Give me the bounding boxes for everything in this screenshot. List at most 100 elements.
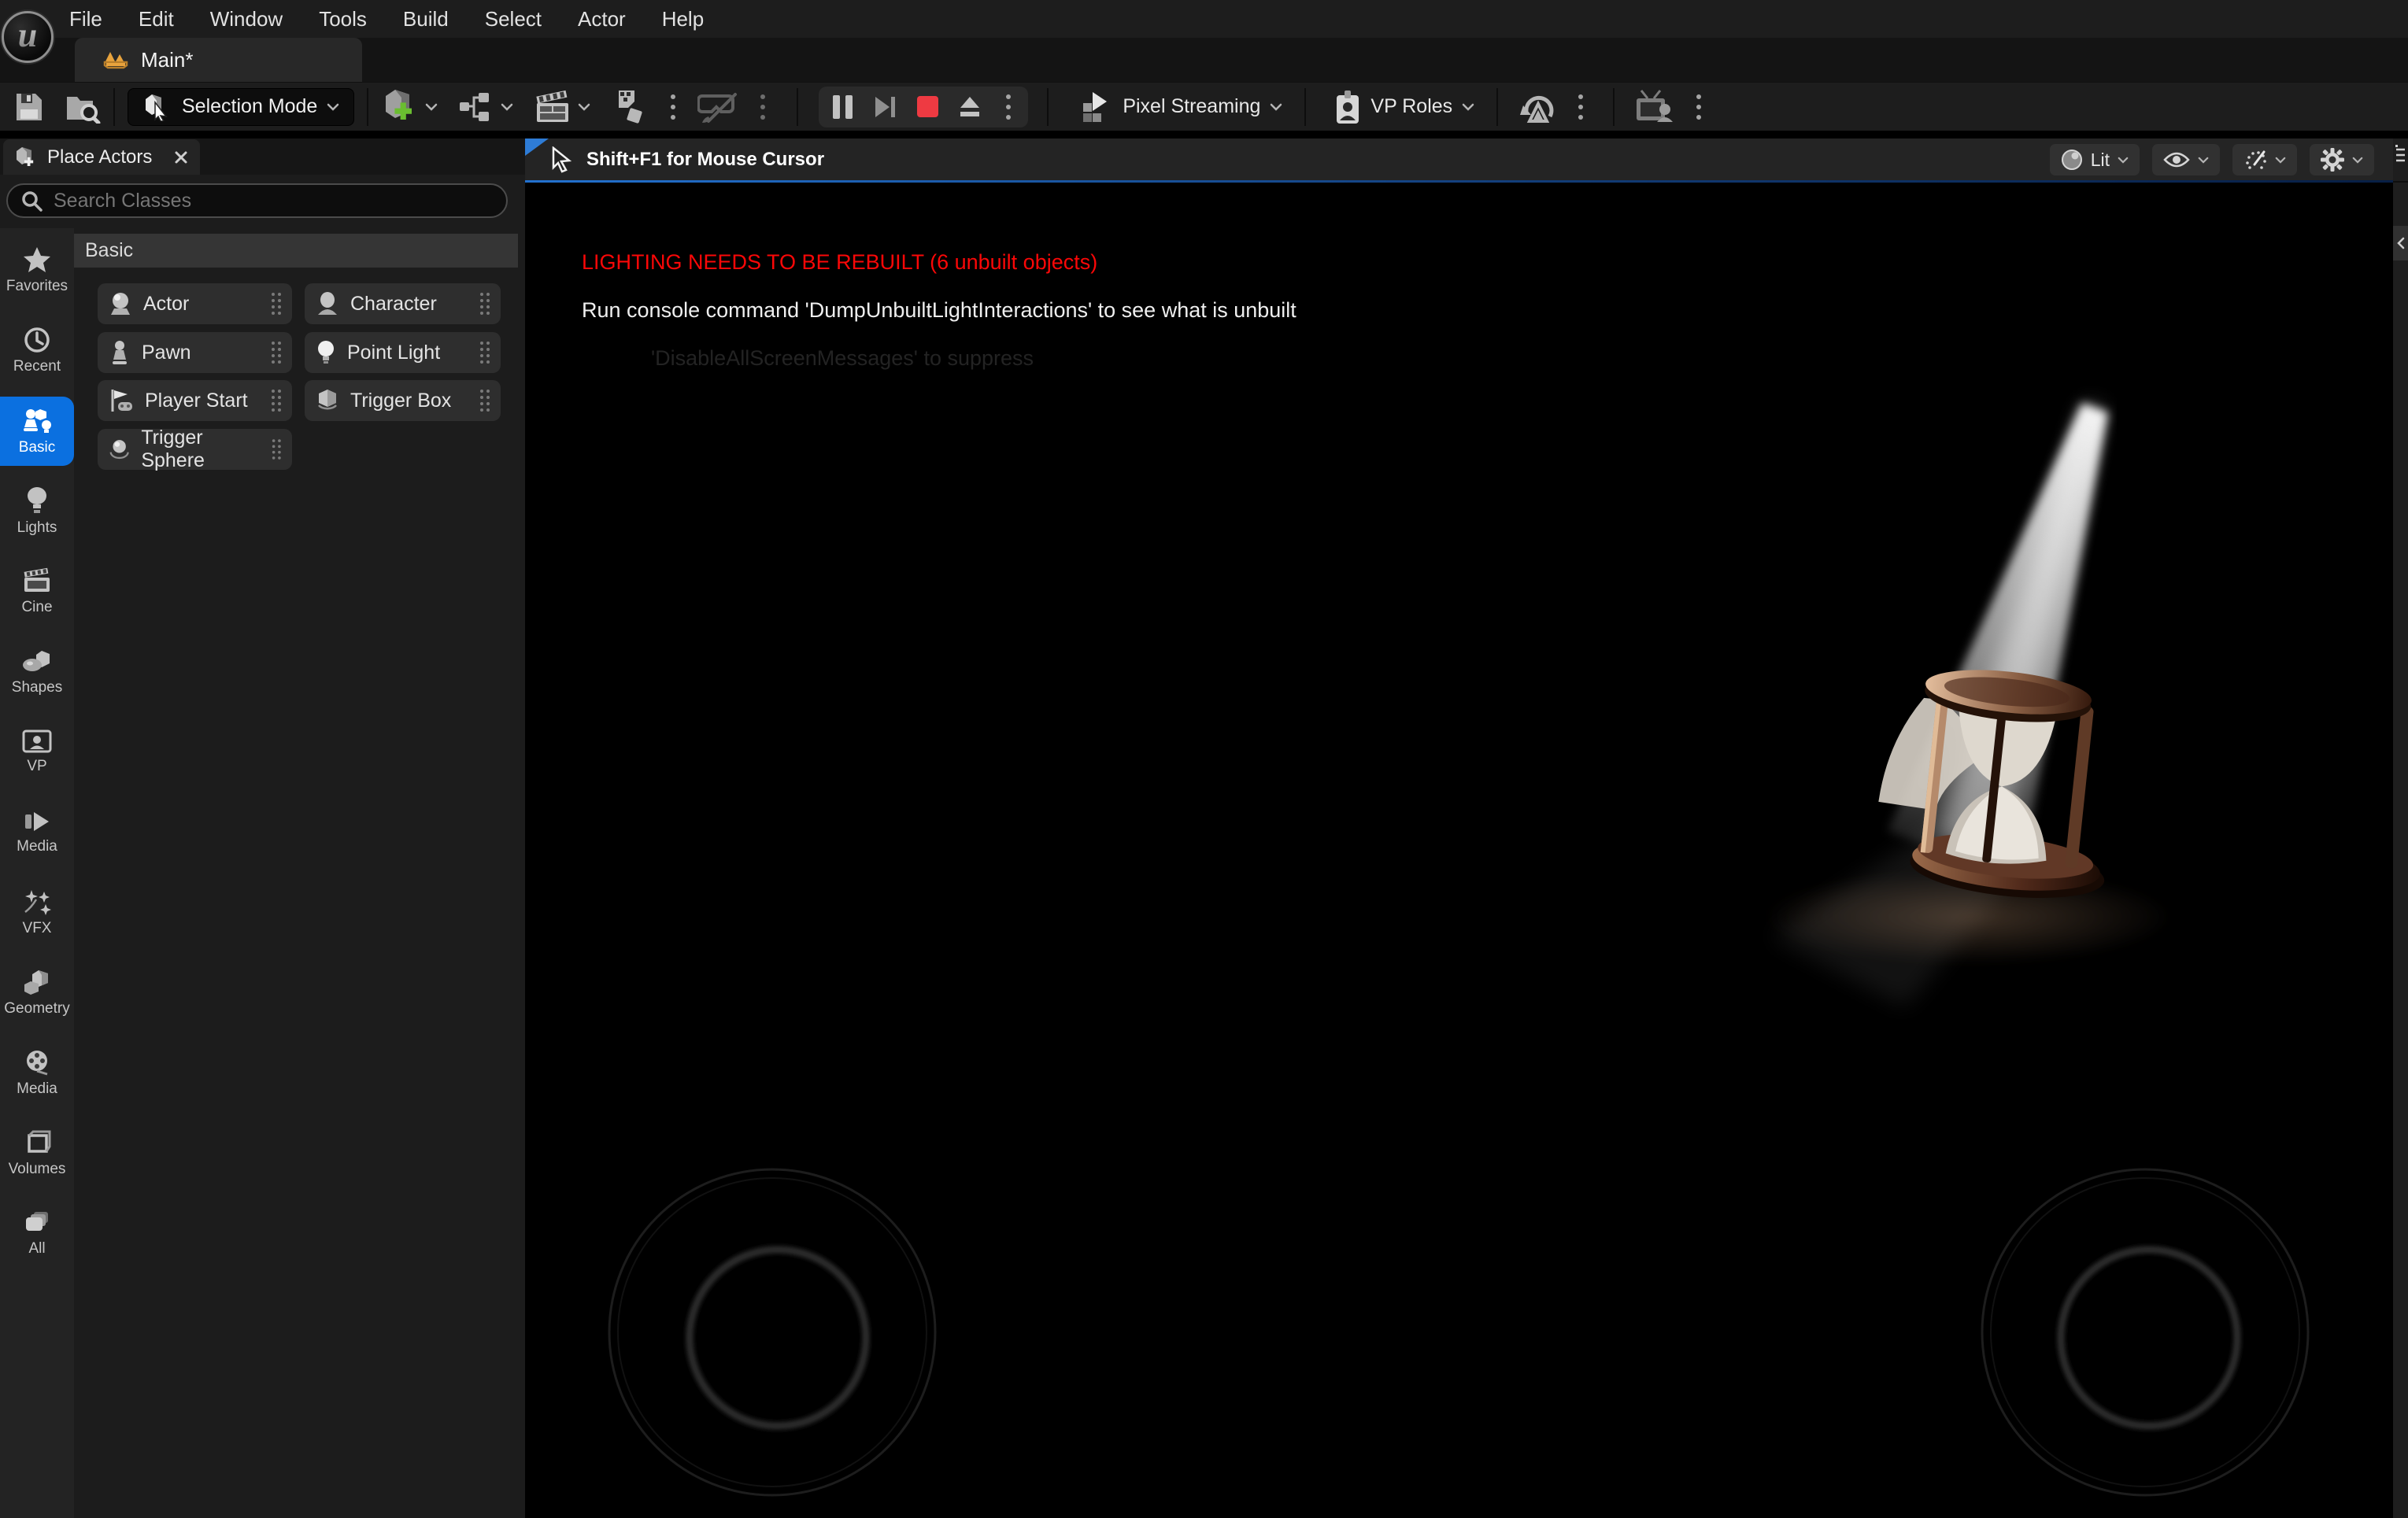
search-input[interactable] [6,183,508,218]
view-mode-dropdown[interactable]: Lit [2050,144,2140,175]
drag-handle[interactable] [479,388,491,413]
place-item-point-light[interactable]: Point Light [305,332,501,373]
sync-refresh-icon [1518,88,1558,126]
trigger-box-icon [316,388,339,413]
drag-handle[interactable] [270,291,283,316]
category-volumes[interactable]: Volumes [0,1119,74,1188]
place-item-label: Point Light [347,342,440,364]
play-options-menu[interactable] [995,94,1022,120]
menu-actor[interactable]: Actor [578,7,626,31]
stop-button[interactable] [910,90,945,124]
place-item-trigger-box[interactable]: Trigger Box [305,380,501,421]
category-vfx[interactable]: VFX [0,878,74,947]
menu-help[interactable]: Help [662,7,704,31]
sync-overflow-menu[interactable] [1567,94,1594,120]
performance-dropdown[interactable] [2232,144,2297,175]
viewport-settings-dropdown[interactable] [2310,144,2374,175]
category-vp[interactable]: VP [0,718,74,787]
film-reel-icon [24,1049,50,1076]
cinematics-icon [534,89,573,125]
shapes-icon [21,648,53,674]
category-label: VP [27,758,46,775]
frame-skip-button[interactable] [867,90,902,124]
actor-icon [109,291,132,316]
pause-button[interactable] [825,90,860,124]
menu-tools[interactable]: Tools [319,7,367,31]
menu-window[interactable]: Window [210,7,283,31]
lighting-warning-text: LIGHTING NEEDS TO BE REBUILT (6 unbuilt … [582,250,1097,275]
category-all[interactable]: All [0,1199,74,1269]
chevron-down-icon [2352,157,2363,164]
category-favorites[interactable]: Favorites [0,236,74,305]
camera-overflow-menu[interactable] [1685,94,1712,120]
menu-build[interactable]: Build [403,7,449,31]
expand-panel-button[interactable] [2393,226,2408,260]
vp-roles-dropdown[interactable]: VP Roles [1330,89,1479,125]
place-item-pawn[interactable]: Pawn [98,332,292,373]
level-tab-main[interactable]: Main* [75,38,362,82]
close-icon[interactable] [173,150,189,165]
right-joystick[interactable] [1982,1169,2308,1495]
cinematics-button[interactable] [534,87,590,127]
place-item-label: Trigger Box [350,390,451,412]
blueprints-button[interactable] [458,87,513,127]
view-mode-label: Lit [2091,150,2110,171]
save-icon [13,90,45,124]
unbuilt-lighting-warning-icon [103,49,128,71]
basic-category-icon [21,406,53,434]
drag-handle[interactable] [271,437,283,462]
browse-content-button[interactable] [65,87,101,127]
menu-select[interactable]: Select [485,7,542,31]
selection-mode-label: Selection Mode [182,95,317,118]
gauge-icon [2243,149,2267,171]
drag-handle[interactable] [270,340,283,365]
category-sidebar: Favorites Recent Basic Lights [0,228,74,1518]
drag-handle[interactable] [479,291,491,316]
chevron-down-icon [425,103,438,111]
pixel-streaming-dropdown[interactable]: Pixel Streaming [1075,90,1287,124]
collapsed-right-panel[interactable] [2393,139,2408,1518]
remote-camera-button[interactable] [1633,87,1676,127]
character-icon [316,291,339,316]
left-joystick[interactable] [609,1169,935,1495]
save-button[interactable] [11,87,47,127]
place-item-character[interactable]: Character [305,283,501,324]
mouse-cursor-icon [549,146,575,173]
modes-overflow-menu[interactable] [660,94,686,120]
vr-paint-button[interactable] [697,87,740,127]
chevron-down-icon [1462,103,1474,111]
selection-mode-dropdown[interactable]: Selection Mode [128,88,354,126]
category-cine[interactable]: Cine [0,557,74,626]
all-stack-icon [23,1210,51,1235]
place-item-player-start[interactable]: Player Start [98,380,292,421]
editor-modes-button[interactable] [611,87,647,127]
unreal-logo-icon: u [2,11,54,63]
trigger-sphere-icon [109,437,130,462]
place-item-actor[interactable]: Actor [98,283,292,324]
drag-handle[interactable] [479,340,491,365]
place-item-label: Player Start [145,390,248,412]
category-media-reel[interactable]: Media [0,1039,74,1108]
category-basic[interactable]: Basic [0,397,74,466]
category-recent[interactable]: Recent [0,316,74,386]
console-hint-text: Run console command 'DumpUnbuiltLightInt… [582,298,1296,323]
tools-overflow-menu[interactable] [749,94,776,120]
point-light-icon [316,340,336,365]
place-item-trigger-sphere[interactable]: Trigger Sphere [98,429,292,470]
category-label: Cine [21,599,52,616]
category-shapes[interactable]: Shapes [0,637,74,707]
search-classes-field[interactable] [6,183,508,218]
category-lights[interactable]: Lights [0,477,74,546]
menu-file[interactable]: File [69,7,102,31]
eject-button[interactable] [952,90,987,124]
show-flags-dropdown[interactable] [2152,144,2220,175]
menu-edit[interactable]: Edit [139,7,174,31]
drag-handle[interactable] [270,388,283,413]
category-geometry[interactable]: Geometry [0,958,74,1028]
category-media[interactable]: Media [0,798,74,867]
place-actors-tab[interactable]: Place Actors [3,139,200,175]
viewport[interactable] [525,139,2393,1518]
toolbar-separator [367,88,368,126]
sync-button[interactable] [1518,87,1558,127]
add-actor-button[interactable] [381,87,438,127]
